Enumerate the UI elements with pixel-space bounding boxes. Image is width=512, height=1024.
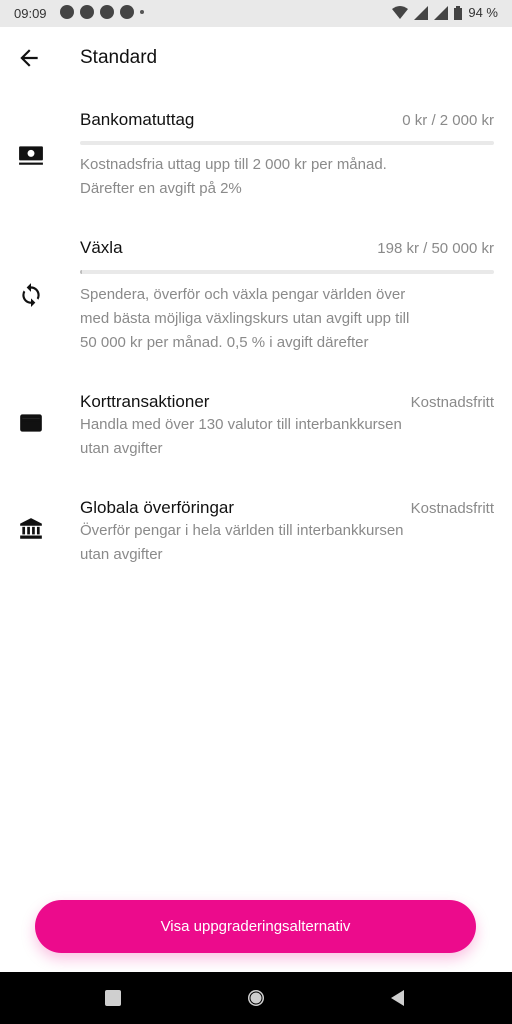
notification-icon: [60, 5, 74, 19]
usage-progress-fill: [80, 270, 82, 274]
card-icon: [20, 414, 42, 432]
section-title: Globala överföringar: [80, 498, 235, 517]
wifi-icon: [392, 5, 409, 19]
section-vaxla: Växla 198 kr / 50 000 kr Spendera, överf…: [0, 228, 512, 358]
cash-icon: [19, 146, 43, 165]
section-price: Kostnadsfritt: [410, 500, 494, 517]
signal-icon: [434, 5, 449, 20]
section-title: Bankomatuttag: [80, 110, 195, 129]
section-description: Spendera, överför och växla pengar värld…: [80, 286, 410, 351]
signal-icon: [414, 5, 429, 20]
section-description: Handla med över 130 valutor till interba…: [80, 416, 402, 457]
section-usage: 0 kr / 2 000 kr: [402, 112, 494, 129]
battery-level: 94 %: [468, 5, 498, 20]
section-usage: 198 kr / 50 000 kr: [377, 240, 494, 257]
back-arrow-icon[interactable]: [16, 45, 42, 71]
section-title: Korttransaktioner: [80, 392, 210, 411]
section-korttransaktioner: Korttransaktioner Kostnadsfritt Handla m…: [0, 382, 512, 472]
app-bar: Standard: [0, 27, 512, 89]
notification-icon: [80, 5, 94, 19]
notification-icon: [120, 5, 134, 19]
status-time: 09:09: [14, 6, 47, 21]
section-bankomatuttag: Bankomatuttag 0 kr / 2 000 kr Kostnadsfr…: [0, 100, 512, 210]
section-title: Växla: [80, 238, 123, 257]
bank-icon: [20, 518, 42, 539]
show-upgrade-options-button[interactable]: Visa uppgraderingsalternativ: [35, 900, 476, 953]
battery-icon: [454, 5, 463, 20]
notification-icon: [100, 5, 114, 19]
usage-progress-bar: [80, 270, 494, 274]
back-triangle-icon[interactable]: [388, 988, 408, 1008]
recent-apps-icon[interactable]: [103, 988, 123, 1008]
section-description: Kostnadsfria uttag upp till 2 000 kr per…: [80, 156, 387, 197]
section-globala-overforingar: Globala överföringar Kostnadsfritt Överf…: [0, 488, 512, 578]
page-title: Standard: [80, 47, 158, 68]
status-right: 94 %: [392, 5, 498, 20]
system-nav-bar: [0, 972, 512, 1024]
exchange-icon: [22, 283, 40, 307]
home-icon[interactable]: [246, 988, 266, 1008]
section-price: Kostnadsfritt: [410, 394, 494, 411]
notification-icons: [60, 5, 144, 19]
usage-progress-bar: [80, 141, 494, 145]
more-notifications-dot: [140, 10, 144, 14]
status-bar: 09:09 94 %: [0, 0, 512, 27]
section-description: Överför pengar i hela världen till inter…: [80, 522, 404, 563]
